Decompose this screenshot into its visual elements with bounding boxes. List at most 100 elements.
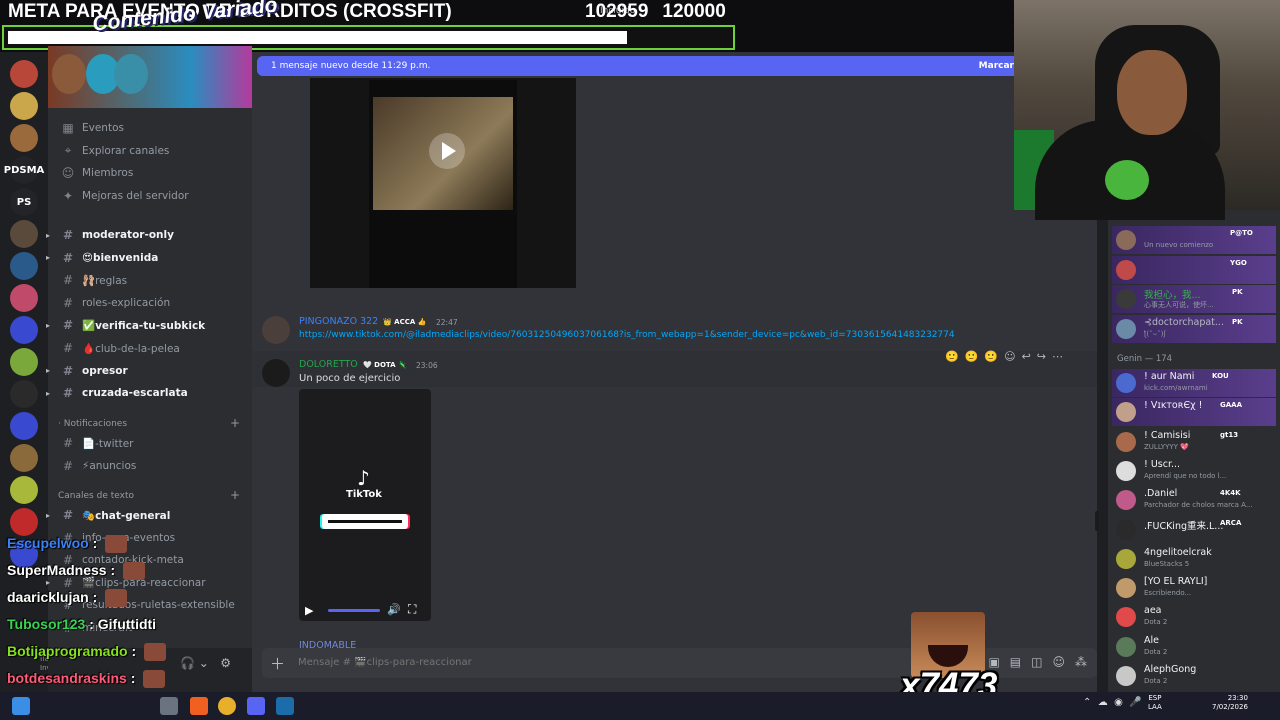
reply-icon[interactable]: ↩ <box>1022 350 1031 363</box>
reaction-emoji-icon[interactable]: 🙂 <box>945 350 959 363</box>
channel-item[interactable]: # 📄-twitter <box>60 433 134 453</box>
stream-chat-line: Tubosor123 : Gifuttidti <box>7 616 156 632</box>
server-icon[interactable]: PDSMA <box>4 156 44 184</box>
message-author[interactable]: DOLORETTO <box>299 359 358 370</box>
channel-item[interactable]: ▸ # 🎭chat-general <box>46 505 171 525</box>
server-icon[interactable]: PS <box>10 188 38 216</box>
member-row[interactable]: 我担心，我... 心事无人可说，使坏... PK <box>1112 285 1276 313</box>
server-icon[interactable] <box>10 508 38 536</box>
chrome-icon[interactable] <box>218 697 236 715</box>
member-row[interactable]: Un nuevo comienzo P@TO <box>1112 226 1276 254</box>
member-row[interactable]: aea Dota 2 <box>1112 603 1276 631</box>
headset-icon[interactable]: 🎧 <box>180 656 195 670</box>
sidebar-nav-0[interactable]: ▦ Eventos <box>60 118 124 138</box>
member-row[interactable]: ! Uscr... Aprendí que no todo l... <box>1112 457 1276 485</box>
sticker-icon[interactable]: ◫ <box>1031 655 1042 669</box>
author-avatar[interactable] <box>262 316 290 344</box>
hashtag-icon: # <box>62 228 74 242</box>
apps-icon[interactable]: ⁂ <box>1075 655 1087 669</box>
server-icon[interactable] <box>10 252 38 280</box>
play-icon[interactable] <box>429 133 465 169</box>
server-icon[interactable] <box>10 444 38 472</box>
server-icon[interactable] <box>10 124 38 152</box>
tiktok-embed[interactable] <box>299 389 431 621</box>
add-attachment-icon[interactable]: ＋ <box>270 653 285 674</box>
calendar-icon: ▦ <box>62 121 74 135</box>
channel-item[interactable]: # 🩰reglas <box>60 270 127 290</box>
server-banner[interactable] <box>48 46 252 108</box>
server-icon[interactable] <box>10 412 38 440</box>
chevron-down-icon[interactable]: ⌄ <box>199 656 209 670</box>
clock[interactable]: 23:30 7/02/2026 <box>1212 694 1248 712</box>
channel-label: 🎭chat-general <box>82 509 171 522</box>
brave-icon[interactable] <box>190 697 208 715</box>
volume-slider[interactable] <box>328 609 380 612</box>
member-row[interactable]: [YO EL RAYLI] Escribiendo... <box>1112 574 1276 602</box>
member-row[interactable]: Ale Dota 2 <box>1112 633 1276 661</box>
play-icon[interactable]: ▶ <box>305 604 313 617</box>
channel-item[interactable]: # roles-explicación <box>60 293 170 313</box>
category-text-channels[interactable]: Canales de texto <box>58 491 134 501</box>
system-tray[interactable]: ⌃ ☁ ◉ 🎤 <box>1083 697 1142 708</box>
steam-icon[interactable] <box>276 697 294 715</box>
language-indicator[interactable]: ESP LAA <box>1148 694 1162 712</box>
stream-chat-colon: : <box>85 616 98 632</box>
member-row[interactable]: .Daniel Parchador de cholos marca A... 4K4… <box>1112 486 1276 514</box>
sidebar-nav-2[interactable]: ☺ Miembros <box>60 163 134 183</box>
member-row[interactable]: AlephGong Dota 2 <box>1112 662 1276 690</box>
sidebar-nav-label: Miembros <box>82 167 134 180</box>
chat-scrollbar[interactable] <box>1095 511 1099 531</box>
sidebar-nav-1[interactable]: ⌖ Explorar canales <box>60 141 170 161</box>
message-author[interactable]: PINGONAZO 322 <box>299 316 378 327</box>
reaction-emoji-icon[interactable]: 🙂 <box>965 350 979 363</box>
member-row[interactable]: ! VɪᴋᴛᴏʀЄχ ! GAAA <box>1112 398 1276 427</box>
server-icon[interactable] <box>10 316 38 344</box>
add-channel-icon[interactable]: + <box>230 416 240 430</box>
member-row[interactable]: 4ngelitoelcrak BlueStacks 5 <box>1112 545 1276 573</box>
gif-icon[interactable]: ▤ <box>1010 655 1021 669</box>
add-reaction-icon[interactable]: ☺ <box>1004 350 1015 363</box>
member-avatar <box>1116 607 1136 628</box>
server-icon[interactable] <box>10 220 38 248</box>
fullscreen-icon[interactable]: ⛶ <box>408 602 416 617</box>
reaction-emoji-icon[interactable]: 🙂 <box>984 350 998 363</box>
author-avatar[interactable] <box>262 359 290 387</box>
mark-read-button[interactable]: Marcar <box>979 61 1014 71</box>
new-messages-bar[interactable]: 1 mensaje nuevo desde 11:29 p.m. Marcar <box>257 56 1014 76</box>
sidebar-nav-3[interactable]: ✦ Mejoras del servidor <box>60 186 189 206</box>
discord-icon[interactable] <box>247 697 265 715</box>
channel-item[interactable]: # ⚡anuncios <box>60 456 136 476</box>
category-notifications[interactable]: · Notificaciones <box>58 419 127 429</box>
server-icon[interactable] <box>10 380 38 408</box>
channel-item[interactable]: ▸ # ✅verifica-tu-subkick <box>46 315 205 335</box>
add-channel-icon[interactable]: + <box>230 488 240 502</box>
member-row[interactable]: ! aur Nami kick.com/awrnami KOU <box>1112 369 1276 397</box>
emoji-icon[interactable]: ☺ <box>1052 655 1065 669</box>
server-icon[interactable] <box>10 92 38 120</box>
server-icon[interactable] <box>10 348 38 376</box>
member-row[interactable]: .FUCKing重来.L... ARCA <box>1112 516 1276 544</box>
member-avatar <box>1116 666 1136 686</box>
channel-item[interactable]: ▸ # 😍bienvenida <box>46 248 158 268</box>
channel-item[interactable]: # 🩸club-de-la-pelea <box>60 338 180 358</box>
message-input[interactable] <box>298 657 798 668</box>
forward-icon[interactable]: ↪ <box>1037 350 1046 363</box>
server-icon[interactable] <box>10 284 38 312</box>
server-icon[interactable] <box>10 60 38 88</box>
server-icon[interactable] <box>10 476 38 504</box>
speaker-icon[interactable]: 🔊 <box>387 603 401 616</box>
channel-item[interactable]: ▸ # cruzada-escarlata <box>46 383 188 403</box>
webcam-person-head <box>1117 50 1187 135</box>
member-row[interactable]: ! Camisisi ZULLYYYY 💖 gt13 <box>1112 428 1276 456</box>
app-icon[interactable] <box>160 697 178 715</box>
channel-item[interactable]: ▸ # moderator-only <box>46 225 174 245</box>
member-row[interactable]: ⊰doctorchapat... ƪ(˘⌣˘)ʃ PK <box>1112 314 1276 343</box>
start-icon[interactable] <box>12 697 30 715</box>
member-status: Parchador de cholos marca A... <box>1144 501 1253 510</box>
more-icon[interactable]: ⋯ <box>1052 350 1063 363</box>
gear-icon[interactable]: ⚙ <box>220 656 231 670</box>
member-row[interactable]: YGO <box>1112 255 1276 284</box>
message-link[interactable]: https://www.tiktok.com/@iladmediaclips/v… <box>299 330 955 340</box>
hashtag-icon: # <box>62 295 74 310</box>
channel-item[interactable]: ▸ # opresor <box>46 361 128 381</box>
